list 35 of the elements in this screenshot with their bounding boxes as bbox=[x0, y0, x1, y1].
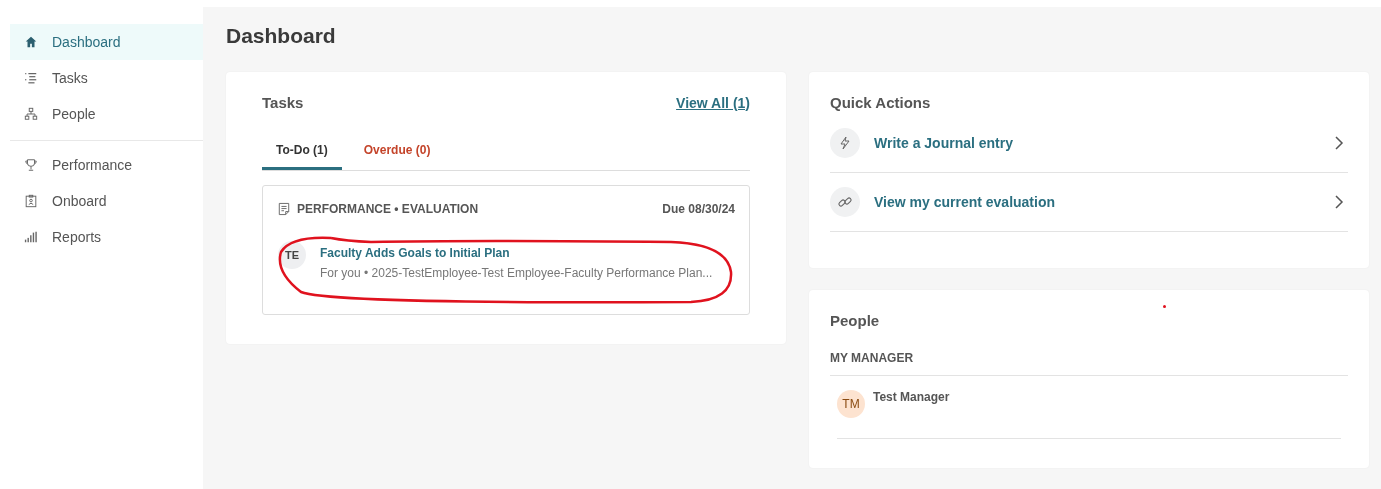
due-date: Due 08/30/24 bbox=[662, 202, 735, 216]
sidebar-item[interactable]: Onboard bbox=[10, 183, 203, 219]
card-title: People bbox=[830, 312, 881, 329]
avatar: TM bbox=[837, 390, 865, 418]
view-all-link[interactable]: View All (1) bbox=[676, 94, 750, 111]
tab[interactable]: To-Do (1) bbox=[262, 133, 342, 170]
lightning-icon bbox=[837, 135, 853, 151]
document-icon bbox=[278, 202, 290, 216]
card-title: Quick Actions bbox=[830, 94, 932, 111]
trophy-icon bbox=[24, 158, 38, 172]
sidebar-item[interactable]: Dashboard bbox=[10, 24, 203, 60]
tasks-icon bbox=[24, 71, 38, 85]
quick-action-item[interactable]: Write a Journal entry bbox=[830, 114, 1348, 173]
badge-icon bbox=[24, 194, 38, 208]
chevron-right-icon bbox=[1334, 136, 1344, 150]
sidebar-item[interactable]: Reports bbox=[10, 219, 203, 255]
task-subtitle: For you • 2025-TestEmployee-Test Employee-Faculty Performance Plan... bbox=[320, 266, 713, 280]
chevron-right-icon bbox=[1334, 195, 1344, 209]
link-icon bbox=[837, 194, 853, 210]
person-name[interactable]: Test Manager bbox=[873, 390, 950, 404]
sidebar-item[interactable]: Performance bbox=[10, 147, 203, 183]
task-category: PERFORMANCE • EVALUATION bbox=[297, 202, 479, 216]
sidebar-item[interactable]: Tasks bbox=[10, 60, 203, 96]
card-title: Tasks bbox=[262, 94, 304, 111]
quick-action-item[interactable]: View my current evaluation bbox=[830, 173, 1348, 232]
tab[interactable]: Overdue (0) bbox=[349, 133, 445, 170]
section-heading: MY MANAGER bbox=[830, 351, 1348, 376]
bars-icon bbox=[24, 230, 38, 244]
task-card[interactable]: PERFORMANCE • EVALUATION Due 08/30/24 TE Faculty Adds Goals to Initial Plan For you • 2025-TestEmployee-Test Employee-Faculty Performance Plan... bbox=[262, 185, 750, 315]
task-title-link[interactable]: Faculty Adds Goals to Initial Plan bbox=[320, 246, 713, 260]
page-title: Dashboard bbox=[226, 24, 337, 48]
home-icon bbox=[24, 35, 38, 49]
sidebar-item[interactable]: People bbox=[10, 96, 203, 132]
people-icon bbox=[24, 107, 38, 121]
annotation-dot bbox=[1163, 305, 1166, 308]
